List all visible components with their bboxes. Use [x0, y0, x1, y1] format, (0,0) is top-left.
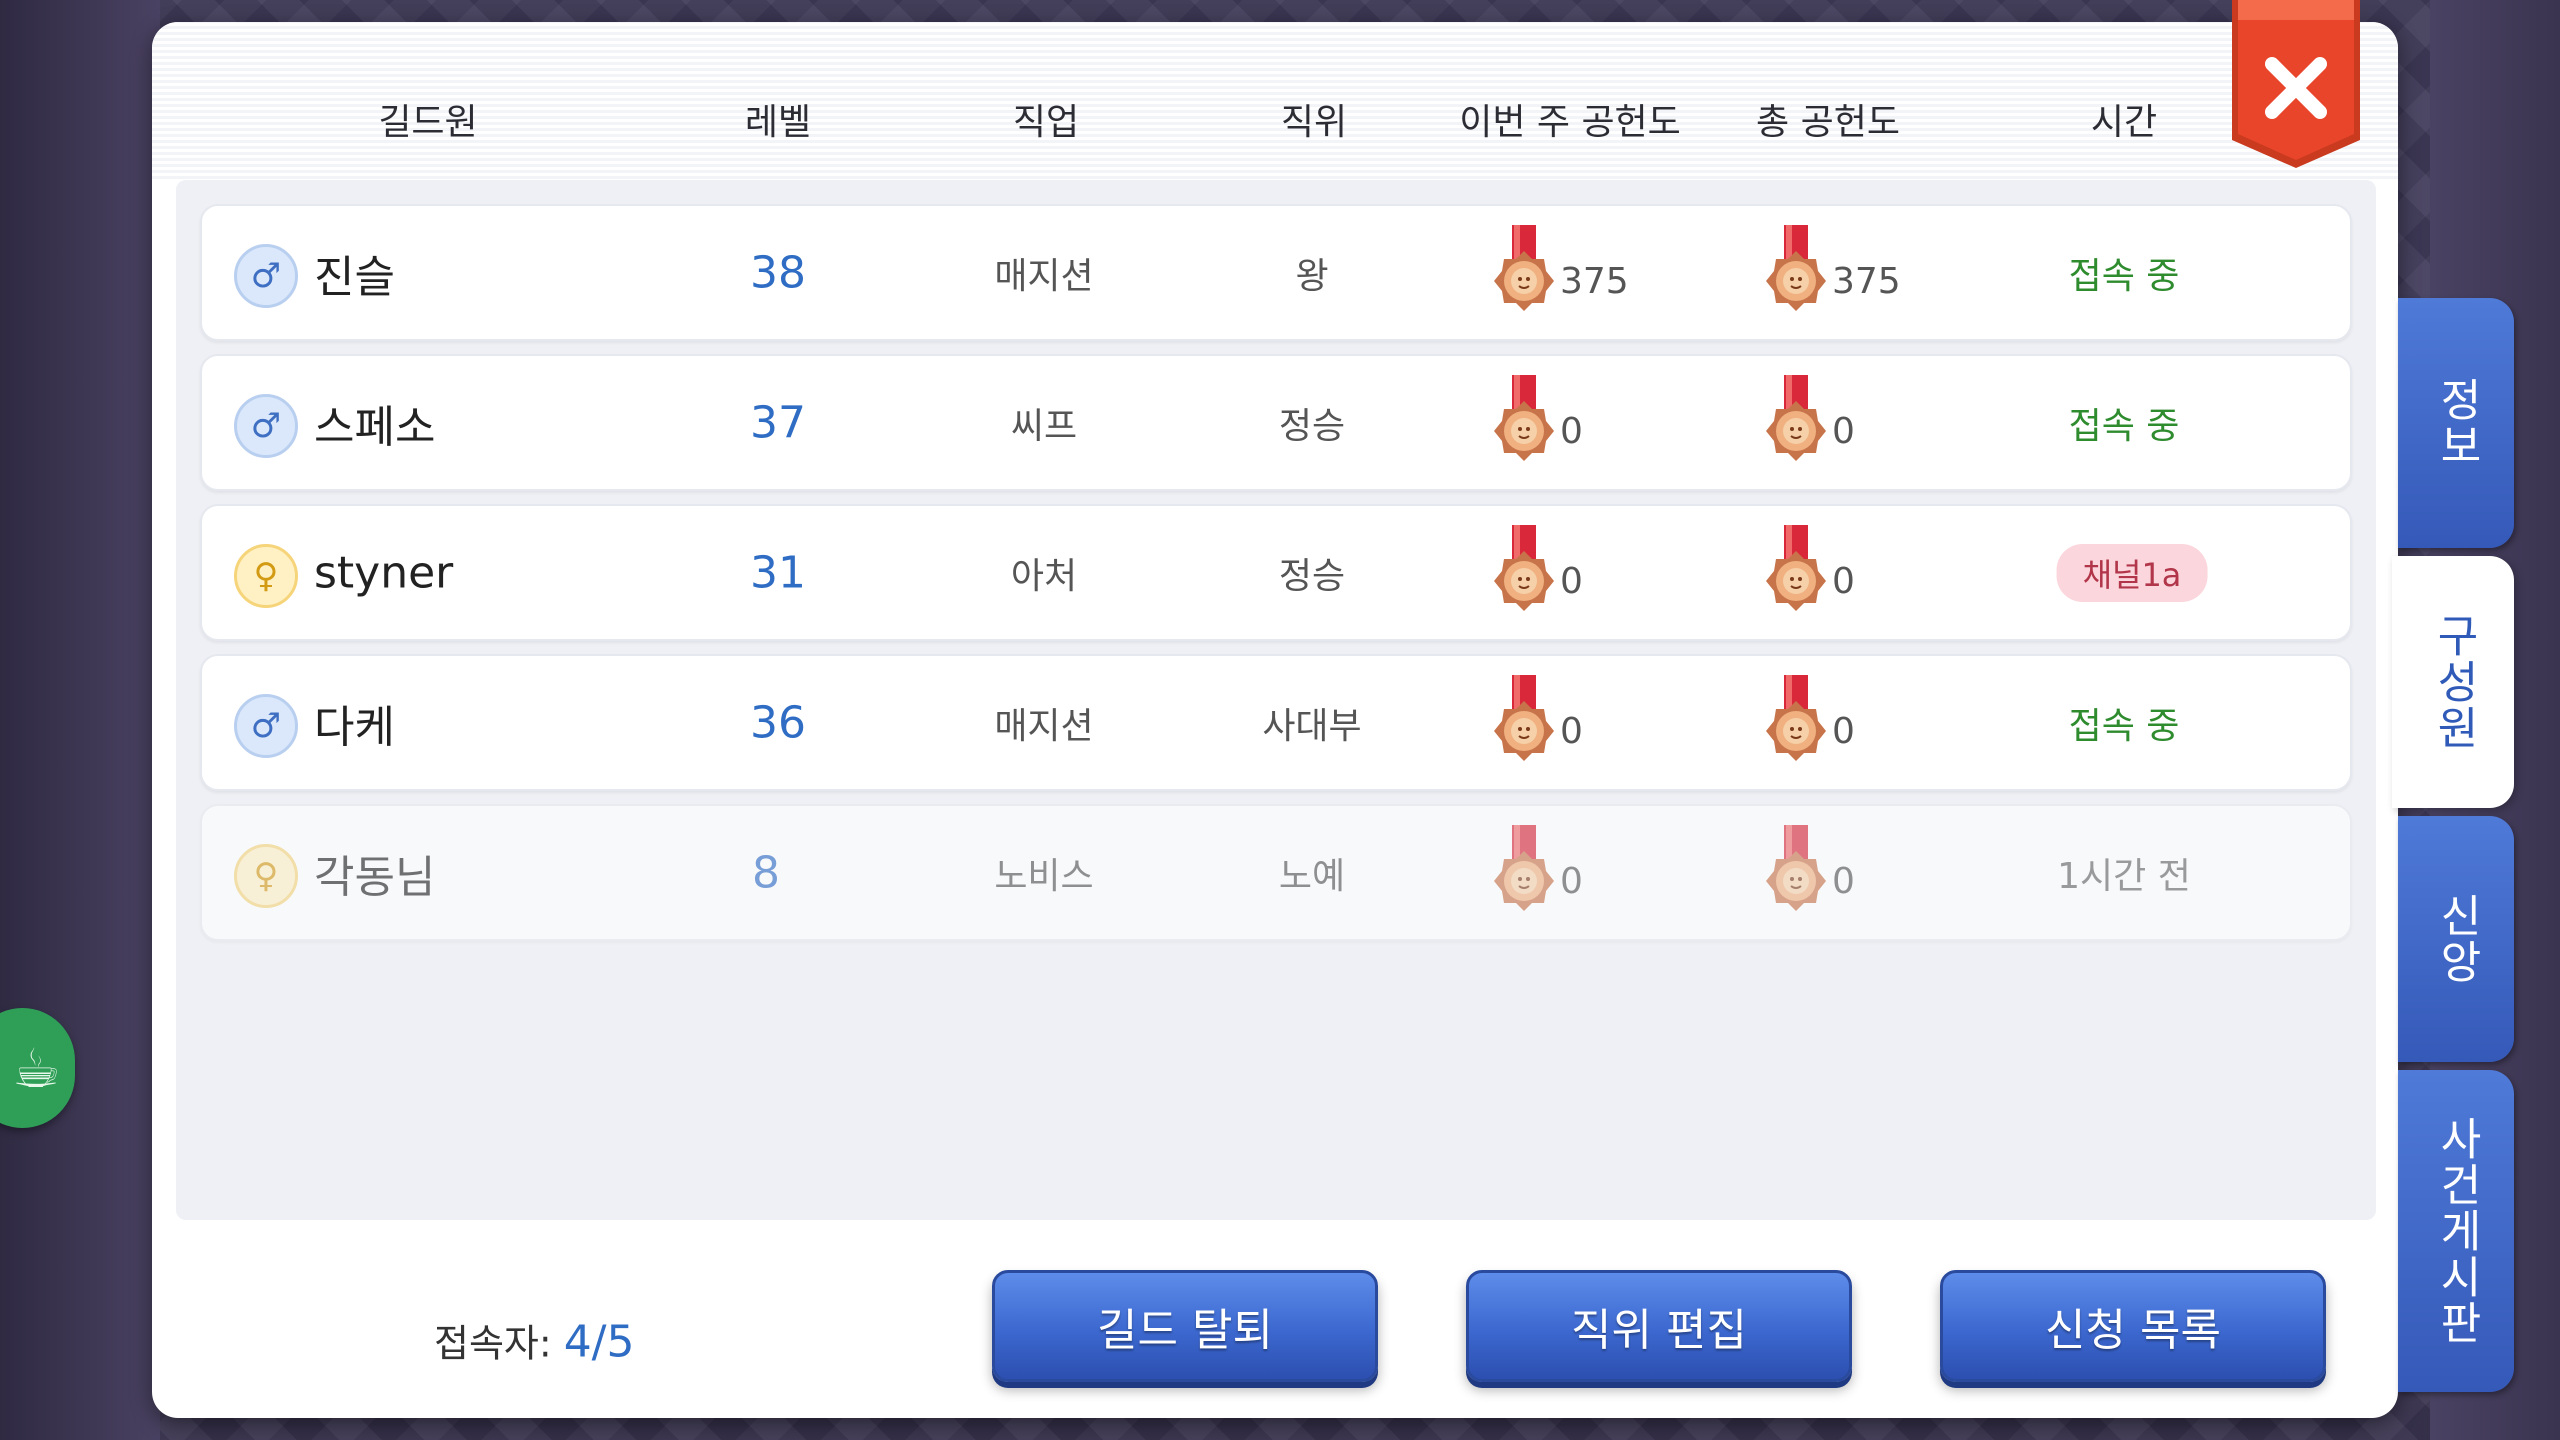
member-rank: 사대부 — [1262, 705, 1362, 747]
member-name: 스페소 — [314, 401, 436, 453]
member-name: 진슬 — [314, 251, 395, 303]
application-list-button[interactable]: 신청 목록 — [1940, 1270, 2326, 1382]
tab-faith[interactable]: 신앙 — [2398, 816, 2514, 1062]
weekly-contribution-value: 0 — [1560, 711, 1583, 752]
medal-icon — [1766, 374, 1826, 461]
total-contribution: 0 — [1764, 524, 1855, 621]
member-row[interactable]: ♀ 각동님 8 노비스 노예 0 0 1시간 전 — [200, 804, 2352, 941]
header-total-contribution: 총 공헌도 — [1756, 102, 1900, 143]
male-icon: ♂ — [234, 243, 298, 308]
member-level: 38 — [750, 247, 806, 298]
weekly-contribution-value: 0 — [1560, 861, 1583, 902]
header-level: 레벨 — [744, 102, 812, 143]
member-level: 36 — [750, 697, 806, 748]
member-job: 매지션 — [994, 705, 1094, 747]
member-job: 노비스 — [994, 855, 1094, 897]
member-rank: 노예 — [1278, 855, 1346, 897]
total-contribution: 0 — [1764, 374, 1855, 471]
member-row[interactable]: ♂ 스페소 37 씨프 정승 0 0 접속 중 — [200, 354, 2352, 491]
male-icon: ♂ — [234, 693, 298, 758]
edit-rank-button[interactable]: 직위 편집 — [1466, 1270, 1852, 1382]
online-count-label: 접속자: 4/5 — [434, 1313, 635, 1368]
total-contribution-value: 0 — [1832, 411, 1855, 452]
tab-info-label: 정보 — [2431, 377, 2482, 469]
member-rank: 정승 — [1278, 405, 1346, 447]
weekly-contribution: 0 — [1492, 374, 1583, 471]
weekly-contribution: 375 — [1492, 224, 1629, 321]
member-channel-badge: 채널1a — [2056, 543, 2208, 602]
female-icon: ♀ — [234, 843, 298, 908]
total-contribution: 0 — [1764, 674, 1855, 771]
tab-members[interactable]: 구성원 — [2392, 556, 2514, 808]
tab-event-board[interactable]: 사건게시판 — [2398, 1070, 2514, 1392]
total-contribution-value: 0 — [1832, 561, 1855, 602]
header-time: 시간 — [2090, 102, 2158, 143]
tab-info[interactable]: 정보 — [2398, 298, 2514, 548]
medal-icon — [1494, 374, 1554, 461]
total-contribution-value: 0 — [1832, 711, 1855, 752]
tab-event-board-label: 사건게시판 — [2431, 1116, 2482, 1346]
medal-icon — [1494, 824, 1554, 911]
member-rank: 왕 — [1295, 255, 1329, 297]
cup-icon: ☕ — [12, 1036, 61, 1100]
member-row[interactable]: ♀ styner 31 아처 정승 0 0 채널1a — [200, 504, 2352, 641]
member-last-seen: 1시간 전 — [2057, 855, 2191, 897]
weekly-contribution-value: 375 — [1560, 261, 1629, 302]
game-background-left — [0, 0, 160, 1440]
online-label-text: 접속자: — [434, 1321, 552, 1366]
weekly-contribution-value: 0 — [1560, 561, 1583, 602]
header-job: 직업 — [1012, 102, 1080, 143]
member-job: 아처 — [1010, 555, 1078, 597]
medal-icon — [1766, 674, 1826, 761]
close-button[interactable] — [2228, 0, 2364, 170]
member-level: 37 — [750, 397, 806, 448]
member-status: 접속 중 — [2068, 405, 2180, 447]
medal-icon — [1766, 224, 1826, 311]
leave-guild-button[interactable]: 길드 탈퇴 — [992, 1270, 1378, 1382]
header-weekly-contribution: 이번 주 공헌도 — [1459, 102, 1681, 143]
medal-icon — [1766, 524, 1826, 611]
member-status: 접속 중 — [2068, 705, 2180, 747]
weekly-contribution: 0 — [1492, 524, 1583, 621]
member-rank: 정승 — [1278, 555, 1346, 597]
female-icon: ♀ — [234, 543, 298, 608]
panel-header-bg — [152, 22, 2398, 182]
member-level: 8 — [752, 847, 780, 898]
medal-icon — [1494, 674, 1554, 761]
medal-icon — [1494, 224, 1554, 311]
weekly-contribution-value: 0 — [1560, 411, 1583, 452]
weekly-contribution: 0 — [1492, 674, 1583, 771]
member-job: 씨프 — [1010, 405, 1078, 447]
medal-icon — [1494, 524, 1554, 611]
member-name: styner — [314, 547, 454, 598]
member-status: 접속 중 — [2068, 255, 2180, 297]
medal-icon — [1766, 824, 1826, 911]
tab-faith-label: 신앙 — [2431, 893, 2482, 985]
member-job: 매지션 — [994, 255, 1094, 297]
member-row[interactable]: ♂ 진슬 38 매지션 왕 375 375 접속 중 — [200, 204, 2352, 341]
close-icon — [2232, 0, 2360, 168]
tab-members-label: 구성원 — [2428, 613, 2479, 751]
weekly-contribution: 0 — [1492, 824, 1583, 921]
header-member: 길드원 — [378, 102, 478, 143]
total-contribution: 0 — [1764, 824, 1855, 921]
total-contribution-value: 375 — [1832, 261, 1901, 302]
member-level: 31 — [750, 547, 806, 598]
header-rank: 직위 — [1280, 102, 1348, 143]
member-name: 다케 — [314, 701, 395, 753]
member-row[interactable]: ♂ 다케 36 매지션 사대부 0 0 접속 중 — [200, 654, 2352, 791]
online-count-value: 4/5 — [563, 1316, 635, 1368]
total-contribution: 375 — [1764, 224, 1901, 321]
total-contribution-value: 0 — [1832, 861, 1855, 902]
member-name: 각동님 — [314, 851, 436, 903]
male-icon: ♂ — [234, 393, 298, 458]
